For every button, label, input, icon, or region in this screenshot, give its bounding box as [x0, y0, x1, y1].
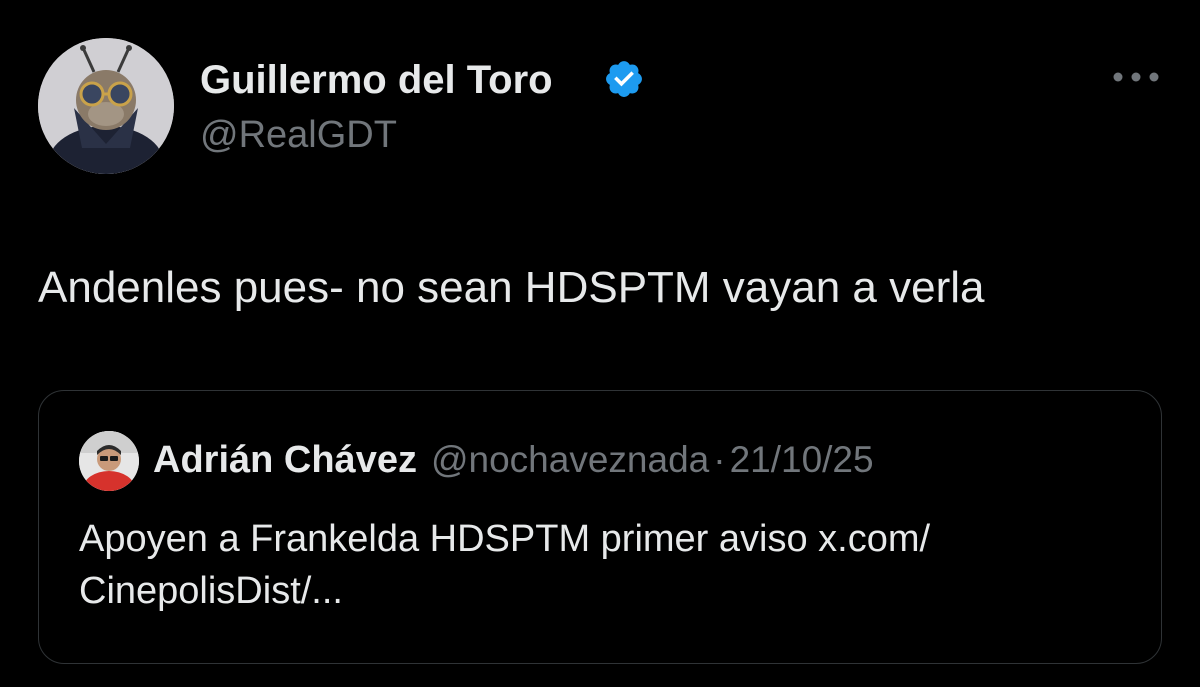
verified-badge-icon [606, 61, 642, 97]
quoted-text-line: CinepolisDist/... [79, 570, 343, 612]
author-avatar[interactable] [38, 38, 174, 174]
quoted-author-handle[interactable]: @nochaveznada [431, 439, 709, 480]
quoted-author-avatar[interactable] [79, 431, 139, 491]
more-horizontal-icon[interactable] [1110, 62, 1162, 92]
quoted-header: Adrián Chávez @nochaveznada · 21/10/25 [153, 437, 874, 491]
tweet: Guillermo del Toro @RealGDT Andenles pue… [0, 0, 1200, 687]
tweet-text: Andenles pues- no sean HDSPTM vayan a ve… [38, 263, 985, 312]
user-avatar-icon [38, 38, 174, 174]
author-name[interactable]: Guillermo del Toro [200, 58, 553, 102]
author-handle[interactable]: @RealGDT [200, 113, 397, 157]
separator-dot: · [713, 439, 726, 480]
quoted-text-line: Apoyen a Frankelda HDSPTM primer aviso x… [79, 518, 931, 560]
quoted-tweet[interactable]: Adrián Chávez @nochaveznada · 21/10/25 Apoy… [38, 390, 1162, 664]
quoted-date[interactable]: 21/10/25 [730, 439, 874, 480]
user-avatar-icon [79, 431, 139, 491]
quoted-text: Apoyen a Frankelda HDSPTM primer aviso x… [79, 513, 1139, 617]
quoted-author-name[interactable]: Adrián Chávez [153, 439, 417, 481]
